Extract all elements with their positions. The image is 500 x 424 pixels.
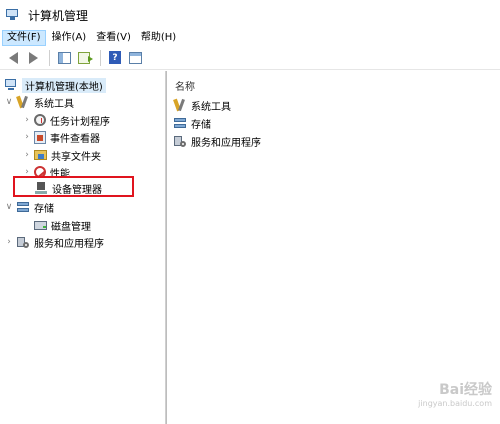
menu-bar: 文件(F) 操作(A) 查看(V) 帮助(H) — [0, 30, 500, 46]
export-list-icon — [78, 51, 93, 64]
tree-item-system-tools[interactable]: ∨ 系统工具 — [4, 93, 74, 111]
list-item[interactable]: 系统工具 — [173, 96, 231, 114]
tree-item-storage[interactable]: ∨ 存储 — [4, 198, 54, 216]
services-icon — [173, 134, 187, 148]
watermark: Bai经验 jingyan.baidu.com — [418, 379, 492, 408]
tree-item-label: 共享文件夹 — [51, 151, 101, 163]
computer-management-icon — [6, 9, 20, 21]
view-icon — [128, 51, 142, 64]
event-viewer-icon — [34, 130, 46, 144]
chevron-down-icon[interactable]: ∨ — [4, 97, 14, 107]
shared-folder-icon — [34, 150, 47, 160]
toolbar: ? — [0, 46, 500, 70]
tree-item-label: 事件查看器 — [50, 133, 100, 145]
help-button[interactable]: ? — [106, 49, 124, 67]
tree-item-root[interactable]: 计算机管理(本地) — [4, 76, 106, 94]
toolbar-separator — [100, 49, 101, 66]
window-title: 计算机管理 — [28, 8, 89, 23]
show-hide-tree-icon — [57, 51, 71, 64]
menu-file[interactable]: 文件(F) — [2, 30, 46, 46]
tree-item-event-viewer[interactable]: › 事件查看器 — [22, 128, 100, 146]
tree-item-shared-folders[interactable]: › 共享文件夹 — [22, 146, 101, 164]
storage-icon — [16, 200, 30, 214]
tools-icon — [16, 95, 30, 109]
forward-icon — [28, 51, 38, 64]
device-manager-highlight-box — [13, 176, 134, 197]
details-pane — [167, 71, 500, 424]
menu-help[interactable]: 帮助(H) — [137, 30, 180, 46]
disk-icon — [34, 220, 47, 230]
list-item[interactable]: 服务和应用程序 — [173, 132, 261, 150]
help-icon: ? — [109, 51, 121, 64]
tree-item-label: 存储 — [34, 203, 54, 215]
back-button[interactable] — [4, 49, 22, 67]
back-icon — [8, 51, 18, 64]
list-item[interactable]: 存储 — [173, 114, 211, 132]
watermark-url: jingyan.baidu.com — [418, 399, 492, 408]
column-header-name[interactable]: 名称 — [175, 78, 195, 93]
export-list-button[interactable] — [75, 49, 93, 67]
menu-view[interactable]: 查看(V) — [92, 30, 135, 46]
tree-item-label: 计算机管理(本地) — [22, 77, 106, 93]
services-icon — [16, 235, 30, 249]
show-hide-tree-button[interactable] — [55, 49, 73, 67]
chevron-right-icon[interactable]: › — [22, 132, 32, 142]
chevron-right-icon[interactable]: › — [22, 115, 32, 125]
tree-item-label: 磁盘管理 — [51, 221, 91, 233]
forward-button[interactable] — [24, 49, 42, 67]
computer-icon — [4, 78, 18, 92]
chevron-right-icon[interactable]: › — [22, 150, 32, 160]
toolbar-separator — [49, 49, 50, 66]
list-item-label: 存储 — [191, 119, 211, 131]
chevron-down-icon[interactable]: ∨ — [4, 202, 14, 212]
tree-item-services-apps[interactable]: › 服务和应用程序 — [4, 233, 104, 251]
chevron-right-icon[interactable]: › — [4, 237, 14, 247]
list-item-label: 系统工具 — [191, 101, 231, 113]
list-item-label: 服务和应用程序 — [191, 137, 261, 149]
title-bar: 计算机管理 — [0, 0, 500, 30]
clock-icon — [34, 114, 46, 126]
watermark-logo: Bai经验 — [439, 382, 492, 398]
tree-item-label: 系统工具 — [34, 98, 74, 110]
view-button[interactable] — [126, 49, 144, 67]
tree-item-disk-management[interactable]: 磁盘管理 — [34, 216, 91, 234]
tools-icon — [173, 98, 187, 112]
tree-item-label: 服务和应用程序 — [34, 238, 104, 250]
tree-item-task-scheduler[interactable]: › 任务计划程序 — [22, 111, 110, 129]
storage-icon — [173, 116, 187, 130]
menu-action[interactable]: 操作(A) — [48, 30, 91, 46]
tree-item-label: 任务计划程序 — [50, 116, 110, 128]
